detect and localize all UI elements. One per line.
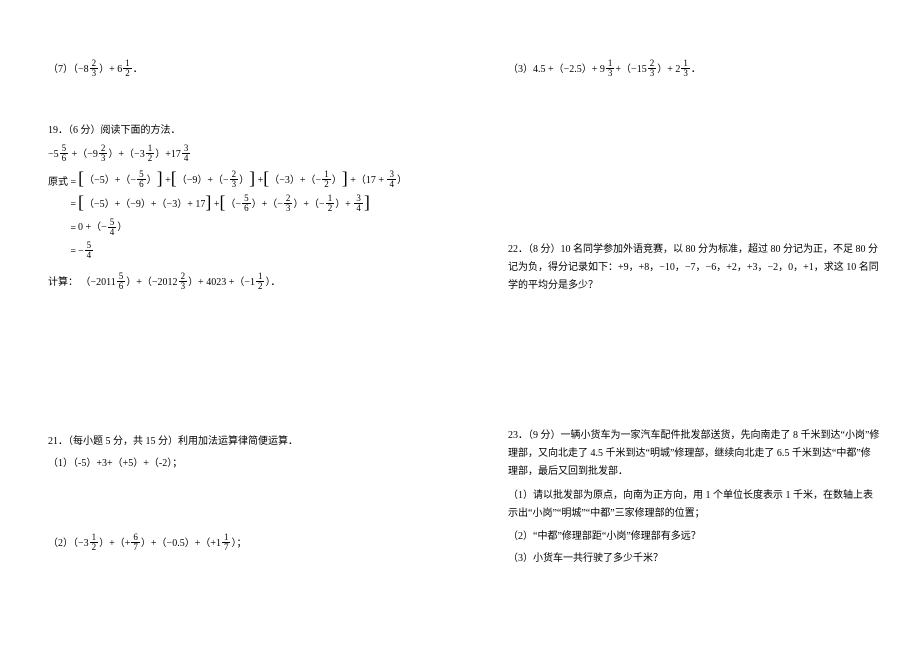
q19-expr: −556 +（−923）+（−312）+1734 xyxy=(48,145,420,164)
q3: （3）4.5 +（−2.5）+ 913+（−1523）+ 213． xyxy=(508,60,880,79)
q22: 22．（8 分）10 名同学参加外语竞赛，以 80 分为标准，超过 80 分记为… xyxy=(508,241,880,295)
q23-2: （2）“中都”修理部距“小岗”修理部有多远？ xyxy=(508,529,880,545)
q19-calc: 计算： （−201156）+（−201223）+ 4023 +（−112）． xyxy=(48,273,420,292)
q19-head: 19．（6 分）阅读下面的方法． xyxy=(48,123,420,139)
q23-3: （3）小货车一共行驶了多少千米？ xyxy=(508,551,880,567)
q19-step3: = 0 +（−54） xyxy=(48,218,420,237)
q19-step2: = [（−5）+（−9）+（−3）+ 17] +[（−56）+（−23）+（−1… xyxy=(48,194,420,214)
q21-1: （1）（-5）+3+（+5）+（-2）； xyxy=(48,456,420,472)
q23-1: （1）请以批发部为原点，向南为正方向，用 1 个单位长度表示 1 千米，在数轴上… xyxy=(508,487,880,523)
q19-step4: = −54 xyxy=(48,242,420,261)
q19-step1: 原式 = [（−5）+（−56）] +[（−9）+（−23）] +[（−3）+（… xyxy=(48,170,420,190)
q23-head: 23．（9 分）一辆小货车为一家汽车配件批发部送货，先向南走了 8 千米到达“小… xyxy=(508,427,880,481)
q21-head: 21．（每小题 5 分，共 15 分）利用加法运算律简便运算． xyxy=(48,434,420,450)
q21-2: （2）（−312）+（+67）+（−0.5）+（+117）； xyxy=(48,534,420,553)
q7: （7）（−823）+ 612． xyxy=(48,60,420,79)
